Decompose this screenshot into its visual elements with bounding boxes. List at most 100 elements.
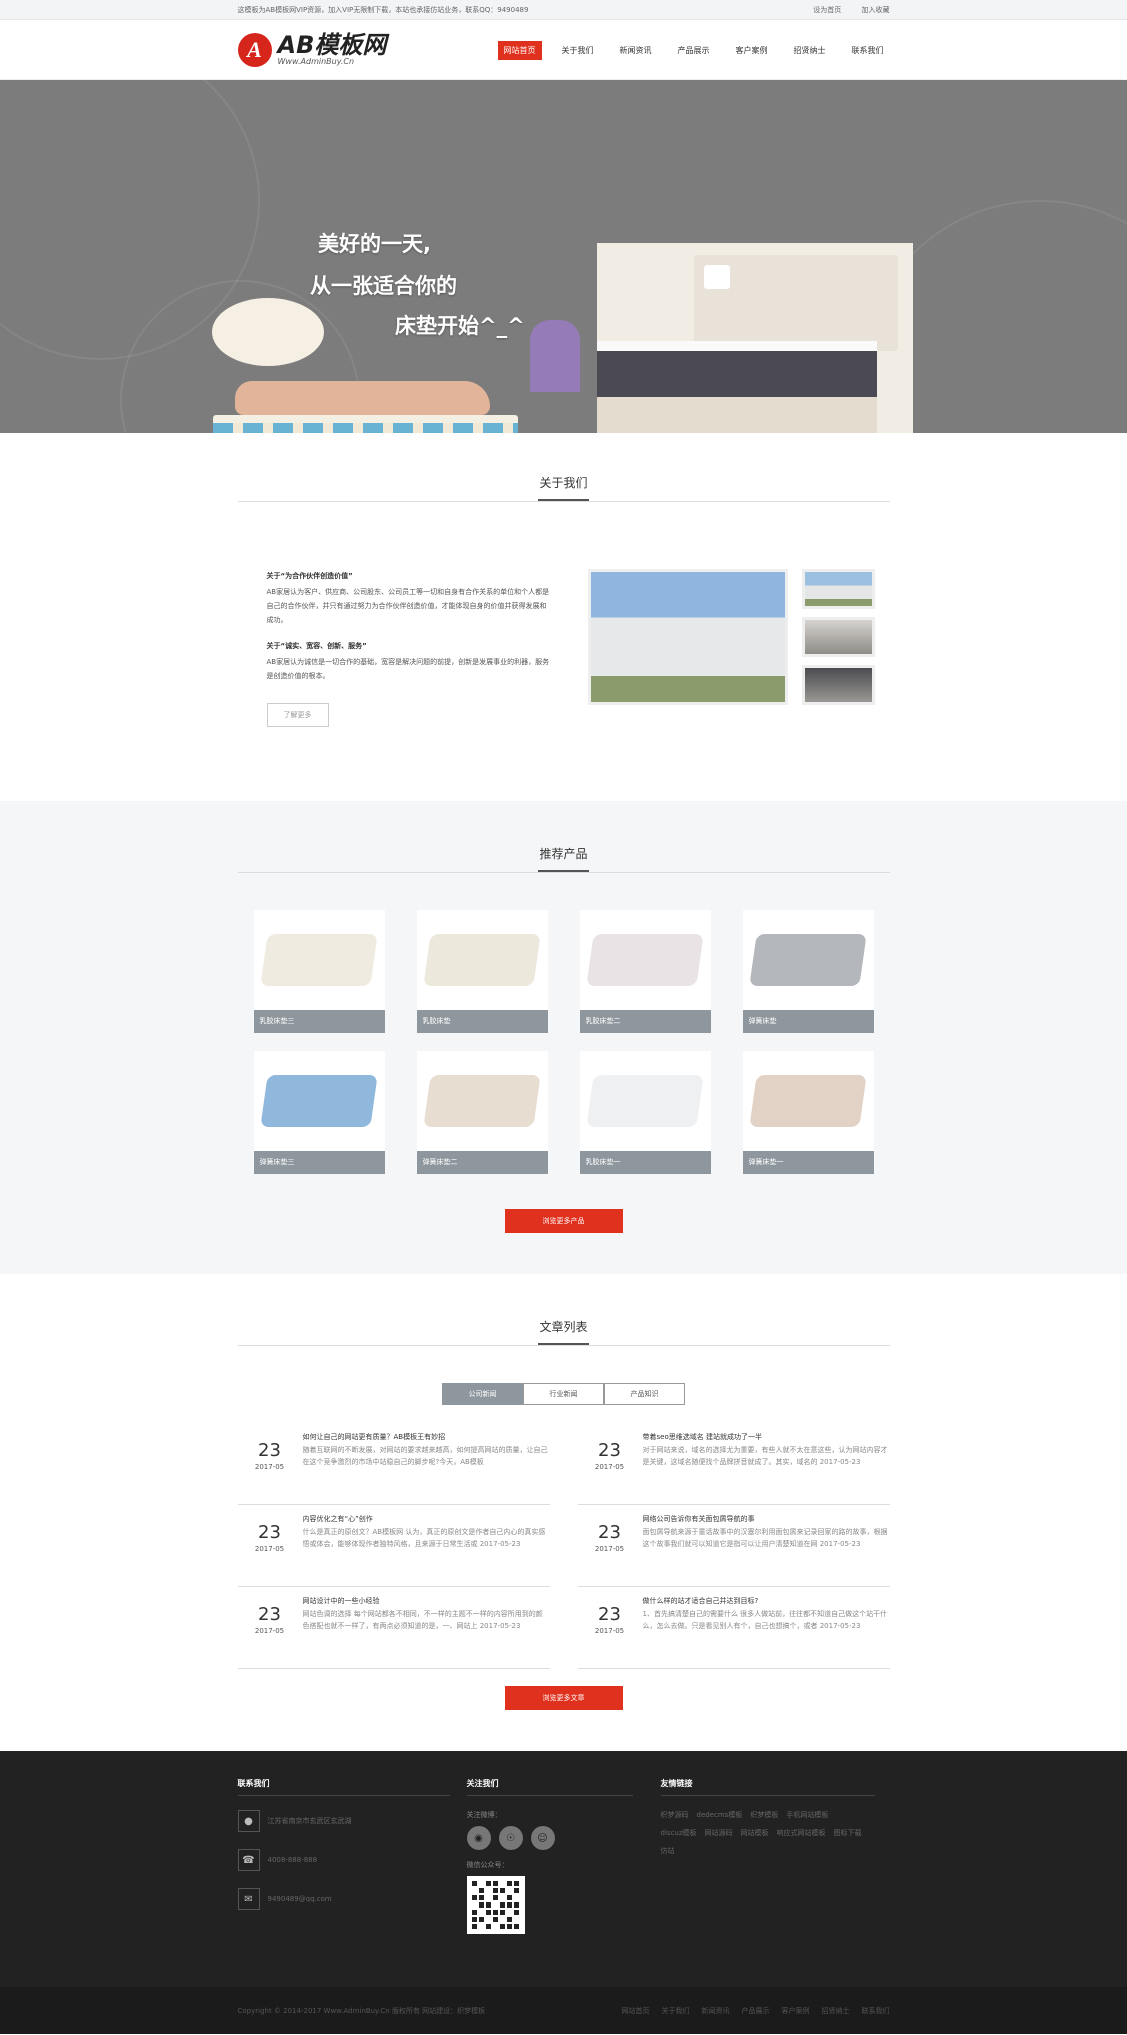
article-month: 2017-05 bbox=[594, 1627, 625, 1635]
article-item[interactable]: 23 2017-05 带着seo思维选域名 建站就成功了一半 对于网站来说，域名的选择… bbox=[577, 1423, 890, 1505]
product-card[interactable]: 乳胶床垫一 bbox=[579, 1051, 711, 1174]
friend-link[interactable]: discuz模板 bbox=[661, 1828, 697, 1838]
article-summary: 对于网站来说，域名的选择尤为重要，有些人就不太在意这些，认为网站内容才是关键，这… bbox=[642, 1446, 888, 1466]
main-nav: 网站首页 关于我们 新闻资讯 产品展示 客户案例 招贤纳士 联系我们 bbox=[484, 40, 890, 60]
nav-cases[interactable]: 客户案例 bbox=[730, 41, 774, 60]
bottom-nav-link[interactable]: 关于我们 bbox=[662, 2007, 690, 2015]
banner-slogan-2: 从一张适合你的 bbox=[310, 274, 457, 298]
site-footer: 联系我们 ● 江苏省南京市玄武区玄武湖 ☎ 4008-888-888 ✉ 949048… bbox=[0, 1751, 1127, 1987]
top-bar: 这模板为AB模板网VIP资源，加入VIP无限制下载，本站也承接仿站业务，联系QQ… bbox=[0, 0, 1127, 20]
friend-link[interactable]: 仿站 bbox=[661, 1846, 675, 1856]
set-homepage-link[interactable]: 设为首页 bbox=[813, 6, 841, 14]
article-date: 23 2017-05 bbox=[238, 1595, 302, 1668]
article-date: 23 2017-05 bbox=[578, 1595, 642, 1668]
article-tabs: 公司新闻 行业新闻 产品知识 bbox=[238, 1383, 890, 1405]
footer-follow: 关注我们 关注微博： ◉ ☉ ☺ 微信公众号： bbox=[466, 1778, 633, 1934]
product-card[interactable]: 弹簧床垫三 bbox=[253, 1051, 385, 1174]
product-card[interactable]: 弹簧床垫 bbox=[742, 910, 874, 1033]
product-image bbox=[254, 910, 385, 1010]
copyright-bar: Copyright © 2014-2017 Www.AdminBuy.Cn 版权… bbox=[0, 1987, 1127, 2034]
article-title[interactable]: 如何让自己的网站更有质量？AB模板王有妙招 bbox=[303, 1431, 550, 1444]
footer-contact: 联系我们 ● 江苏省南京市玄武区玄武湖 ☎ 4008-888-888 ✉ 949048… bbox=[237, 1778, 450, 1934]
article-summary: 什么是真正的原创文？AB模板网 认为，真正的原创文是作者自己内心的真实感悟或体会… bbox=[302, 1528, 546, 1548]
gallery-thumb-office[interactable] bbox=[801, 617, 875, 657]
product-card[interactable]: 弹簧床垫二 bbox=[416, 1051, 548, 1174]
article-title[interactable]: 做什么样的站才适合自己并达到目标? bbox=[643, 1595, 890, 1608]
gallery-thumb-meeting-room[interactable] bbox=[801, 665, 875, 705]
learn-more-button[interactable]: 了解更多 bbox=[266, 703, 329, 727]
friend-link[interactable]: dedecms模板 bbox=[697, 1810, 743, 1820]
friend-link[interactable]: 响应式网站模板 bbox=[777, 1828, 826, 1838]
qq-icon[interactable]: ☺ bbox=[530, 1826, 555, 1850]
product-card[interactable]: 弹簧床垫一 bbox=[742, 1051, 874, 1174]
copyright-text: Copyright © 2014-2017 Www.AdminBuy.Cn 版权… bbox=[237, 2006, 486, 2015]
product-image bbox=[743, 1051, 874, 1151]
friend-link[interactable]: 织梦源码 bbox=[661, 1810, 689, 1820]
article-item[interactable]: 23 2017-05 如何让自己的网站更有质量？AB模板王有妙招 随着互联网的不断发展… bbox=[237, 1423, 550, 1505]
location-icon: ● bbox=[237, 1810, 260, 1832]
products-section: 推荐产品 乳胶床垫三 乳胶床垫 乳胶床垫二 弹簧床垫 弹簧床垫三 弹簧床垫二 乳胶床垫一 弹簧… bbox=[0, 801, 1127, 1274]
article-date: 23 2017-05 bbox=[578, 1513, 642, 1586]
weibo-icon[interactable]: ◉ bbox=[466, 1826, 491, 1850]
tab-industry-news[interactable]: 行业新闻 bbox=[523, 1383, 604, 1405]
banner-slogan-1: 美好的一天, bbox=[318, 232, 431, 256]
article-title[interactable]: 带着seo思维选域名 建站就成功了一半 bbox=[643, 1431, 890, 1444]
friend-link[interactable]: 网站模板 bbox=[741, 1828, 769, 1838]
bottom-nav-link[interactable]: 产品展示 bbox=[742, 2007, 770, 2015]
product-card[interactable]: 乳胶床垫二 bbox=[579, 910, 711, 1033]
gallery-thumb-building[interactable] bbox=[801, 569, 875, 609]
add-favorite-link[interactable]: 加入收藏 bbox=[862, 6, 890, 14]
more-articles-button[interactable]: 浏览更多文章 bbox=[504, 1686, 623, 1710]
article-title[interactable]: 内容优化之有“心”创作 bbox=[303, 1513, 550, 1526]
friend-link[interactable]: 织梦模板 bbox=[750, 1810, 778, 1820]
tab-product-knowledge[interactable]: 产品知识 bbox=[604, 1383, 685, 1405]
article-summary: 面包屑导航来源于童话故事中的汉塞尔利用面包屑来记录回家的路的故事，根据这个故事我… bbox=[642, 1528, 888, 1548]
product-image bbox=[417, 910, 548, 1010]
article-item[interactable]: 23 2017-05 网络公司告诉你有关面包屑导航的事面包屑导航来源于童话故事中的汉… bbox=[577, 1505, 890, 1587]
footer-links: 友情链接 织梦源码 dedecms模板 织梦模板 手机网站模板 discuz模板 网站源码… bbox=[660, 1778, 875, 1934]
article-summary: 1、首先搞清楚自己的需要什么 很多人做站前，往往都不知道自己做这个站干什么，怎么… bbox=[642, 1610, 888, 1630]
nav-news[interactable]: 新闻资讯 bbox=[614, 41, 658, 60]
footer-follow-title: 关注我们 bbox=[466, 1778, 633, 1796]
footer-contact-title: 联系我们 bbox=[237, 1778, 450, 1796]
nav-jobs[interactable]: 招贤纳士 bbox=[788, 41, 832, 60]
nav-home[interactable]: 网站首页 bbox=[497, 40, 542, 60]
product-card[interactable]: 乳胶床垫三 bbox=[253, 910, 385, 1033]
article-day: 23 bbox=[258, 1604, 281, 1625]
about-paragraph-1: AB家居认为客户、供应商、公司股东、公司员工等一切和自身有合作关系的单位和个人都… bbox=[266, 588, 550, 624]
friend-link[interactable]: 网站源码 bbox=[705, 1828, 733, 1838]
article-title[interactable]: 网络公司告诉你有关面包屑导航的事 bbox=[643, 1513, 890, 1526]
article-item[interactable]: 23 2017-05 网站设计中的一些小经验 网站色调的选择 每个网站都各不相同，不一… bbox=[237, 1587, 550, 1669]
article-item[interactable]: 23 2017-05 做什么样的站才适合自己并达到目标? 1、首先搞清楚自己的需要什么… bbox=[577, 1587, 890, 1669]
nav-products[interactable]: 产品展示 bbox=[672, 41, 716, 60]
site-logo[interactable]: A AB模板网 Www.AdminBuy.Cn bbox=[237, 33, 386, 67]
article-month: 2017-05 bbox=[594, 1463, 625, 1471]
bottom-nav-link[interactable]: 客户案例 bbox=[782, 2007, 810, 2015]
article-title[interactable]: 网站设计中的一些小经验 bbox=[303, 1595, 550, 1608]
product-name: 弹簧床垫 bbox=[742, 1010, 874, 1033]
bottom-nav-link[interactable]: 新闻资讯 bbox=[702, 2007, 730, 2015]
tencent-weibo-icon[interactable]: ☉ bbox=[498, 1826, 523, 1850]
product-card[interactable]: 乳胶床垫 bbox=[416, 910, 548, 1033]
friend-link[interactable]: 图标下载 bbox=[834, 1828, 862, 1838]
footer-email[interactable]: 9490489@qq.com bbox=[268, 1895, 332, 1903]
footer-address: 江苏省南京市玄武区玄武湖 bbox=[267, 1817, 352, 1825]
bottom-nav-link[interactable]: 网站首页 bbox=[622, 2007, 650, 2015]
nav-contact[interactable]: 联系我们 bbox=[846, 41, 890, 60]
more-products-button[interactable]: 浏览更多产品 bbox=[504, 1209, 623, 1233]
top-links: 设为首页 加入收藏 bbox=[795, 5, 889, 15]
wechat-qr-code bbox=[466, 1876, 525, 1934]
nav-about[interactable]: 关于我们 bbox=[556, 41, 600, 60]
friend-link[interactable]: 手机网站模板 bbox=[786, 1810, 828, 1820]
product-image bbox=[254, 1051, 385, 1151]
tab-company-news[interactable]: 公司新闻 bbox=[442, 1383, 523, 1405]
about-section: 关于我们 关于“为合作伙伴创造价值” AB家居认为客户、供应商、公司股东、公司员… bbox=[0, 433, 1127, 801]
bottom-nav-link[interactable]: 联系我们 bbox=[862, 2007, 890, 2015]
product-image bbox=[743, 910, 874, 1010]
article-item[interactable]: 23 2017-05 内容优化之有“心”创作 什么是真正的原创文？AB模板网 认为，真… bbox=[237, 1505, 550, 1587]
follow-weibo-label: 关注微博： bbox=[466, 1811, 502, 1819]
article-summary: 随着互联网的不断发展，对网站的要求越来越高，如何提高网站的质量，让自己在这个竞争… bbox=[302, 1446, 548, 1466]
hero-banner[interactable]: 美好的一天, 从一张适合你的 床垫开始^_^ bbox=[0, 80, 1127, 433]
wechat-label: 微信公众号： bbox=[466, 1861, 509, 1869]
bottom-nav-link[interactable]: 招贤纳士 bbox=[822, 2007, 850, 2015]
